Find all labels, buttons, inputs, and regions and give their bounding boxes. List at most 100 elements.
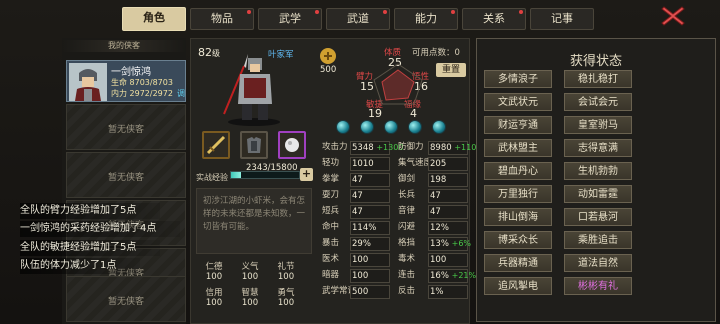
stat-value-row: 13% +6% xyxy=(430,236,471,251)
status-item[interactable]: 财运亨通 xyxy=(484,116,552,134)
party-slot-empty[interactable]: 暂无侠客 xyxy=(66,152,186,198)
stat-label: 防御力 xyxy=(398,142,424,152)
status-item[interactable]: 乘胜追击 xyxy=(564,231,632,249)
gem-slot-icon[interactable] xyxy=(384,120,398,134)
stat-value-row: 114% xyxy=(352,220,376,235)
status-item[interactable]: 万里独行 xyxy=(484,185,552,203)
virtue-value: 100 xyxy=(205,272,223,282)
gem-slot-icon[interactable] xyxy=(408,120,422,134)
stat-row: 医术 xyxy=(322,252,348,267)
status-item[interactable]: 彬彬有礼 xyxy=(564,277,632,295)
virtue-name: 义气 xyxy=(241,262,259,272)
armor-slot[interactable] xyxy=(240,131,268,159)
stat-label: 格挡 xyxy=(398,238,416,248)
status-item[interactable]: 皇室驸马 xyxy=(564,116,632,134)
virtue-name: 礼节 xyxy=(277,262,295,272)
reset-button[interactable]: 重置 xyxy=(436,63,466,77)
party-slot-empty[interactable]: 暂无侠客 xyxy=(66,104,186,150)
coin-icon xyxy=(318,46,338,66)
stat-row: 集气速度 xyxy=(398,156,433,171)
status-item[interactable]: 文武状元 xyxy=(484,93,552,111)
add-exp-button[interactable]: + xyxy=(300,168,313,181)
attribute-pentagon-icon xyxy=(373,63,423,105)
stat-row: 轻功 xyxy=(322,156,348,171)
stat-value: 205 xyxy=(430,159,447,169)
notification-dot-icon xyxy=(247,10,251,14)
stat-value: 1010 xyxy=(352,159,374,169)
stat-value-row: 100 xyxy=(430,252,446,267)
stat-label: 耍刀 xyxy=(322,190,340,200)
status-item[interactable]: 武林盟主 xyxy=(484,139,552,157)
stat-row: 攻击力 xyxy=(322,140,348,155)
hero-name: 一剑惊鸿 xyxy=(111,67,151,78)
status-item[interactable]: 口若悬河 xyxy=(564,208,632,226)
party-slot-empty[interactable]: 暂无侠客 xyxy=(66,276,186,322)
status-item[interactable]: 多情浪子 xyxy=(484,70,552,88)
stat-label: 武学常识 xyxy=(322,286,357,296)
tab-abilities[interactable]: 能力 xyxy=(394,8,458,30)
status-item[interactable]: 追风掣电 xyxy=(484,277,552,295)
attr-value-fuyuan: 4 xyxy=(410,107,417,120)
tab-items[interactable]: 物品 xyxy=(190,8,254,30)
status-item[interactable]: 会试会元 xyxy=(564,93,632,111)
stat-value: 47 xyxy=(352,175,363,185)
stat-row: 暗器 xyxy=(322,268,348,283)
virtue-item: 信用 100 xyxy=(200,288,228,308)
virtue-value: 100 xyxy=(277,298,295,308)
tab-character[interactable]: 角色 xyxy=(122,7,186,31)
hero-figure-icon xyxy=(223,54,280,126)
tab-label: 能力 xyxy=(415,12,437,25)
status-item[interactable]: 排山倒海 xyxy=(484,208,552,226)
status-item[interactable]: 博采众长 xyxy=(484,231,552,249)
status-item[interactable]: 生机勃勃 xyxy=(564,162,632,180)
stat-label: 长兵 xyxy=(398,190,416,200)
weapon-slot[interactable] xyxy=(202,131,230,159)
coin-value: 500 xyxy=(320,65,337,75)
notification-dot-icon xyxy=(519,10,523,14)
status-item[interactable]: 兵器精通 xyxy=(484,254,552,272)
stat-label: 音律 xyxy=(398,206,416,216)
status-item[interactable]: 动如雷霆 xyxy=(564,185,632,203)
close-button[interactable] xyxy=(660,5,686,27)
stat-row: 格挡 xyxy=(398,236,424,251)
notification-dot-icon xyxy=(315,10,319,14)
gem-slot-icon[interactable] xyxy=(432,120,446,134)
stat-value-row: 8980 +1100 xyxy=(430,140,481,155)
tab-martial-path[interactable]: 武道 xyxy=(326,8,390,30)
points-label: 可用点数：0 xyxy=(412,46,460,58)
tab-relations[interactable]: 关系 xyxy=(462,8,526,30)
stat-value: 12% xyxy=(430,223,449,233)
log-message: 队伍的体力减少了1点 xyxy=(20,258,140,274)
accessory-slot[interactable] xyxy=(278,131,306,159)
party-slot-hero[interactable]: 一剑惊鸿 生命 8703/8703 内力 2972/2972 调 xyxy=(66,60,186,102)
tab-label: 关系 xyxy=(483,12,505,25)
stat-value-row: 47 xyxy=(352,204,363,219)
armor-icon xyxy=(247,137,261,153)
stat-label: 轻功 xyxy=(322,158,340,168)
stat-label: 毒术 xyxy=(398,254,416,264)
log-message: 全队的敏捷经验增加了5点 xyxy=(20,240,160,256)
virtue-value: 100 xyxy=(205,298,223,308)
tab-journal[interactable]: 记事 xyxy=(530,8,594,30)
stat-row: 反击 xyxy=(398,284,424,299)
log-message: 一剑惊鸿的采药经验增加了4点 xyxy=(20,221,180,237)
stat-row: 长兵 xyxy=(398,188,424,203)
stat-label: 攻击力 xyxy=(322,142,348,152)
status-item[interactable]: 碧血丹心 xyxy=(484,162,552,180)
gem-slot-icon[interactable] xyxy=(360,120,374,134)
stat-value-row: 100 xyxy=(352,252,368,267)
gem-slot-icon[interactable] xyxy=(336,120,350,134)
status-item[interactable]: 道法自然 xyxy=(564,254,632,272)
virtue-value: 100 xyxy=(241,298,259,308)
stat-label: 反击 xyxy=(398,286,416,296)
stat-label: 集气速度 xyxy=(398,158,433,168)
accessory-icon xyxy=(285,138,299,152)
stat-bonus: +6% xyxy=(451,239,472,248)
status-item[interactable]: 志得意满 xyxy=(564,139,632,157)
stat-value: 500 xyxy=(352,287,369,297)
stat-value-row: 12% xyxy=(430,220,449,235)
notification-dot-icon xyxy=(451,10,455,14)
status-item[interactable]: 稳扎稳打 xyxy=(564,70,632,88)
tab-martial-arts[interactable]: 武学 xyxy=(258,8,322,30)
stat-value: 29% xyxy=(352,239,371,249)
